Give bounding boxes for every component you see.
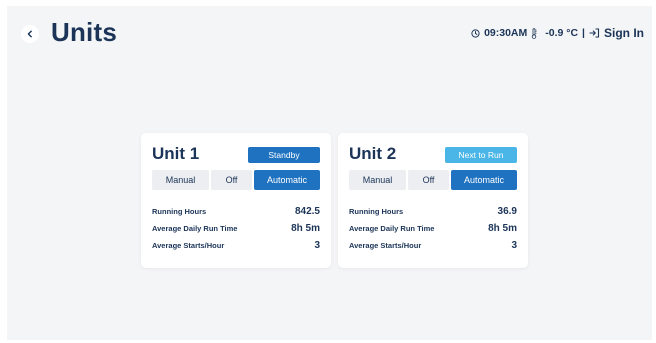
temperature-readout: -0.9 °C: [545, 27, 579, 39]
stat-row: Average Starts/Hour 3: [349, 237, 517, 254]
stat-label: Running Hours: [349, 207, 404, 216]
status-separator: |: [582, 27, 585, 39]
stat-value: 8h 5m: [291, 223, 320, 234]
stat-row: Running Hours 842.5: [152, 203, 320, 220]
page-title: Units: [51, 17, 117, 47]
unit-name: Unit 2: [349, 144, 397, 163]
stat-label: Average Starts/Hour: [152, 241, 225, 250]
status-bar: 09:30AM -0.9 °C | Sign In: [471, 26, 644, 40]
stat-label: Running Hours: [152, 207, 207, 216]
mode-off-button[interactable]: Off: [408, 170, 449, 190]
unit-state-badge: Next to Run: [445, 147, 517, 163]
sign-in-icon: [589, 28, 600, 38]
clock-icon: [471, 28, 480, 38]
unit-card-2: Unit 2 Next to Run Manual Off Automatic …: [338, 133, 528, 268]
stat-value: 3: [314, 240, 320, 251]
unit-stats: Running Hours 36.9 Average Daily Run Tim…: [349, 203, 517, 254]
units-screen: Units 09:30AM -0.9 °C | Sign In Unit 1 S…: [7, 6, 652, 340]
stat-label: Average Daily Run Time: [349, 224, 435, 233]
stat-row: Average Daily Run Time 8h 5m: [152, 220, 320, 237]
stat-label: Average Daily Run Time: [152, 224, 238, 233]
unit-name: Unit 1: [152, 144, 200, 163]
sign-in-button[interactable]: Sign In: [589, 26, 644, 40]
stat-value: 8h 5m: [488, 223, 517, 234]
mode-off-button[interactable]: Off: [211, 170, 252, 190]
mode-manual-button[interactable]: Manual: [152, 170, 209, 190]
mode-automatic-button[interactable]: Automatic: [254, 170, 320, 190]
back-button[interactable]: [21, 25, 39, 43]
stat-value: 842.5: [294, 206, 320, 217]
stat-row: Average Daily Run Time 8h 5m: [349, 220, 517, 237]
unit-stats: Running Hours 842.5 Average Daily Run Ti…: [152, 203, 320, 254]
unit-state-badge: Standby: [248, 147, 320, 163]
mode-manual-button[interactable]: Manual: [349, 170, 406, 190]
stat-value: 36.9: [497, 206, 517, 217]
stat-row: Average Starts/Hour 3: [152, 237, 320, 254]
thermometer-icon: [532, 27, 537, 39]
stat-value: 3: [511, 240, 517, 251]
mode-selector: Manual Off Automatic: [349, 170, 517, 190]
stat-label: Average Starts/Hour: [349, 241, 422, 250]
stat-row: Running Hours 36.9: [349, 203, 517, 220]
sign-in-label: Sign In: [604, 26, 644, 40]
clock-time: 09:30AM: [484, 27, 528, 39]
mode-selector: Manual Off Automatic: [152, 170, 320, 190]
mode-automatic-button[interactable]: Automatic: [451, 170, 517, 190]
unit-card-1: Unit 1 Standby Manual Off Automatic Runn…: [141, 133, 331, 268]
chevron-left-icon: [27, 30, 32, 38]
